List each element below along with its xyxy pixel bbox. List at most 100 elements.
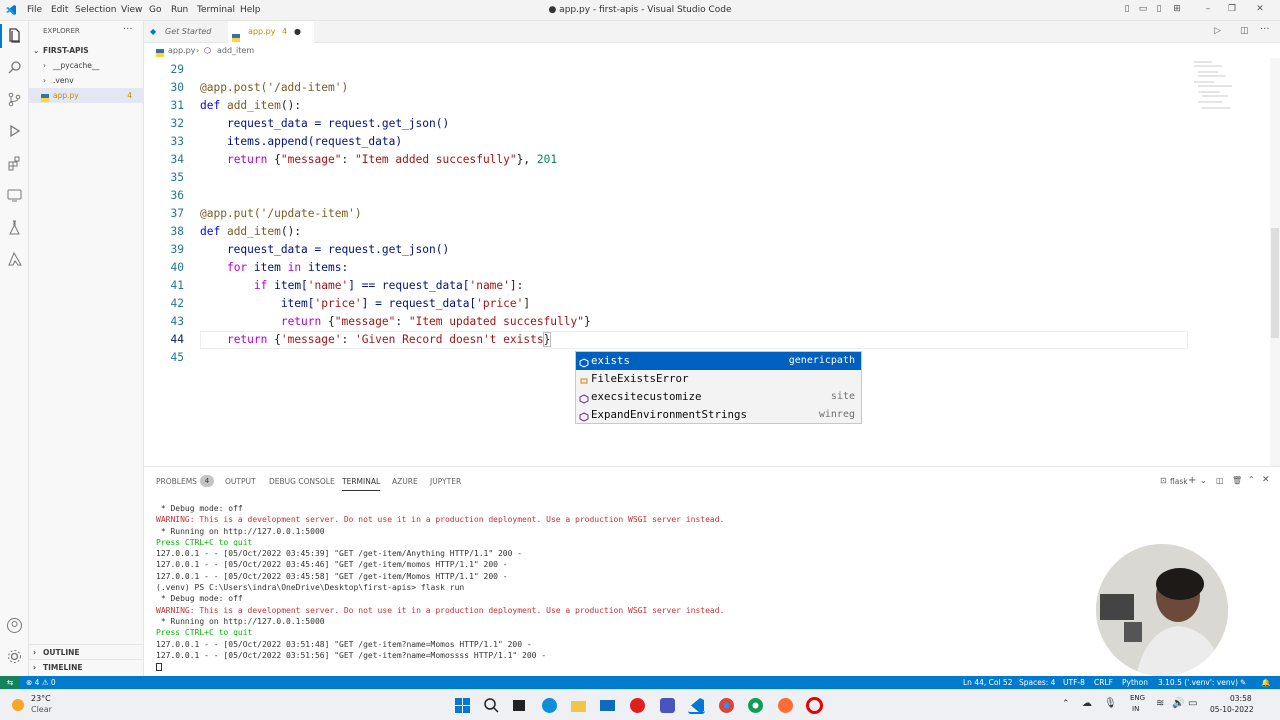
edge-browser-icon[interactable] (541, 697, 558, 714)
tab-output[interactable]: OUTPUT (225, 477, 256, 486)
line-number: 35 (170, 171, 184, 184)
onedrive-icon[interactable]: ☁ (1082, 698, 1092, 709)
start-windows-icon[interactable] (454, 697, 471, 714)
close-icon[interactable]: ✕ (1255, 4, 1265, 14)
app-icon[interactable] (659, 697, 676, 714)
active-indicator (0, 24, 2, 48)
language-mode[interactable]: Python (1122, 676, 1148, 689)
terminal-line: 127.0.0.1 - - [05/Oct/2022 03:45:39] "GE… (156, 549, 523, 559)
run-debug-icon[interactable] (6, 123, 23, 140)
webcam-overlay (1096, 544, 1228, 676)
microphone-icon[interactable]: 🎙 (1104, 698, 1117, 709)
file-explorer-icon[interactable] (570, 697, 587, 714)
problems-status[interactable]: ⊗ 4 ⚠ 0 (26, 676, 56, 689)
code-line-38: def add_item(): (200, 225, 302, 238)
mail-icon[interactable] (599, 697, 616, 714)
folder-first-apis[interactable]: ⌄ FIRST-APIS (29, 43, 144, 58)
manage-gear-icon[interactable] (6, 648, 23, 665)
volume-icon[interactable]: 🔊 (1172, 698, 1184, 709)
suggestion-item[interactable]: ExpandEnvironmentStrings winreg (576, 406, 861, 424)
symbol-method-icon (579, 356, 589, 368)
terminal-output[interactable]: * Debug mode: off WARNING: This is a dev… (156, 503, 1256, 672)
timeline-section[interactable]: › TIMELINE (29, 659, 144, 674)
chevron-down-icon[interactable]: ⌄ (1200, 476, 1207, 485)
language-indicator[interactable]: ENG (1130, 694, 1145, 702)
source-control-icon[interactable] (6, 91, 23, 108)
more-actions-icon[interactable]: ··· (123, 24, 133, 35)
chevron-up-icon[interactable]: ⌃ (1062, 699, 1070, 709)
kill-terminal-icon[interactable]: 🗑 (1232, 476, 1242, 485)
opera-icon[interactable] (806, 697, 823, 714)
cursor-position[interactable]: Ln 44, Col 52 (963, 676, 1012, 689)
customize-layout-icon[interactable]: ⊞ (1172, 4, 1182, 14)
suggestion-detail: site (830, 391, 855, 402)
azure-icon[interactable] (6, 251, 23, 268)
tab-app-py[interactable]: app.py 4 ● (228, 21, 314, 43)
split-editor-icon[interactable]: ◫ (1240, 26, 1249, 36)
tree-item-app-py[interactable]: app.py 4 (29, 88, 144, 103)
tab-jupyter[interactable]: JUPYTER (430, 477, 461, 486)
tab-azure[interactable]: AZURE (392, 477, 418, 486)
explorer-icon[interactable] (6, 27, 23, 44)
extensions-icon[interactable] (6, 155, 23, 172)
youtube-icon[interactable] (629, 697, 646, 714)
clock-time[interactable]: 03:58 (1230, 694, 1252, 703)
minimize-icon[interactable]: – (1203, 4, 1213, 14)
postman-icon[interactable] (777, 697, 794, 714)
chevron-down-icon: ⌄ (33, 46, 40, 55)
account-icon[interactable] (6, 617, 23, 634)
weather-temp[interactable]: 23°C (31, 694, 51, 703)
chrome-icon[interactable] (718, 697, 735, 714)
battery-icon[interactable]: ▭ (1188, 698, 1197, 709)
testing-icon[interactable] (6, 219, 23, 236)
breadcrumb-symbol[interactable]: add_item (217, 43, 254, 58)
run-file-icon[interactable]: ▷ (1214, 26, 1221, 36)
problem-count-badge: 4 (127, 91, 132, 100)
vscode-taskbar-icon[interactable] (688, 697, 705, 714)
remote-indicator-icon[interactable]: ⇆ (0, 676, 20, 689)
outline-section[interactable]: › OUTLINE (29, 644, 144, 659)
editor-scrollbar[interactable] (1270, 58, 1280, 466)
weather-desc: Clear (31, 705, 52, 714)
toggle-secondary-sidebar-icon[interactable]: ▯ (1154, 4, 1164, 14)
tab-problems[interactable]: PROBLEMS (156, 477, 197, 486)
suggestion-item[interactable]: exists genericpath (576, 352, 861, 370)
split-terminal-icon[interactable]: ◫ (1216, 476, 1224, 485)
notifications-icon[interactable]: 🔔 (1261, 676, 1270, 689)
toggle-panel-icon[interactable]: ▭ (1138, 4, 1148, 14)
line-ending[interactable]: CRLF (1094, 676, 1113, 689)
wifi-icon[interactable]: ≋ (1156, 698, 1164, 709)
task-view-icon[interactable] (511, 697, 528, 714)
maximize-panel-icon[interactable]: ⌃ (1248, 475, 1255, 484)
close-panel-icon[interactable]: ✕ (1262, 475, 1270, 485)
encoding[interactable]: UTF-8 (1063, 676, 1085, 689)
python-interpreter[interactable]: 3.10.5 ('.venv': venv) (1158, 676, 1238, 689)
remote-explorer-icon[interactable] (6, 187, 23, 204)
minimap[interactable] (1192, 58, 1254, 118)
indentation[interactable]: Spaces: 4 (1019, 676, 1055, 689)
terminal-line: 127.0.0.1 - - [05/Oct/2022 03:45:46] "GE… (156, 560, 508, 570)
editor-more-icon[interactable]: ··· (1260, 24, 1270, 35)
suggestion-item[interactable]: execsitecustomize site (576, 388, 861, 406)
chrome-profile-icon[interactable] (747, 697, 764, 714)
new-terminal-icon[interactable]: + (1188, 475, 1196, 486)
line-number: 36 (170, 189, 184, 202)
search-icon[interactable] (6, 59, 23, 76)
code-line-41: if item['name'] == request_data['name']: (253, 279, 524, 292)
suggestion-item[interactable]: FileExistsError (576, 370, 861, 388)
feedback-icon[interactable]: ✎ (1240, 676, 1246, 689)
terminal-shell-name[interactable]: flask (1170, 477, 1188, 486)
breadcrumb-file[interactable]: app.py (168, 43, 195, 58)
line-number: 31 (170, 99, 184, 112)
tree-item-pycache[interactable]: › __pycache__ (29, 58, 144, 73)
search-taskbar-icon[interactable] (483, 697, 500, 714)
symbol-method-icon (579, 392, 589, 404)
tab-terminal[interactable]: TERMINAL (342, 477, 381, 491)
tab-get-started[interactable]: ◆ Get Started (144, 21, 224, 43)
toggle-sidebar-icon[interactable]: ▯ (1122, 4, 1132, 14)
terminal-line: * Debug mode: off (156, 594, 243, 604)
tree-item-venv[interactable]: › .venv (29, 73, 144, 88)
maximize-icon[interactable]: ❐ (1227, 4, 1237, 14)
unsaved-dot-icon[interactable]: ● (294, 21, 301, 43)
tab-debug-console[interactable]: DEBUG CONSOLE (269, 477, 335, 486)
